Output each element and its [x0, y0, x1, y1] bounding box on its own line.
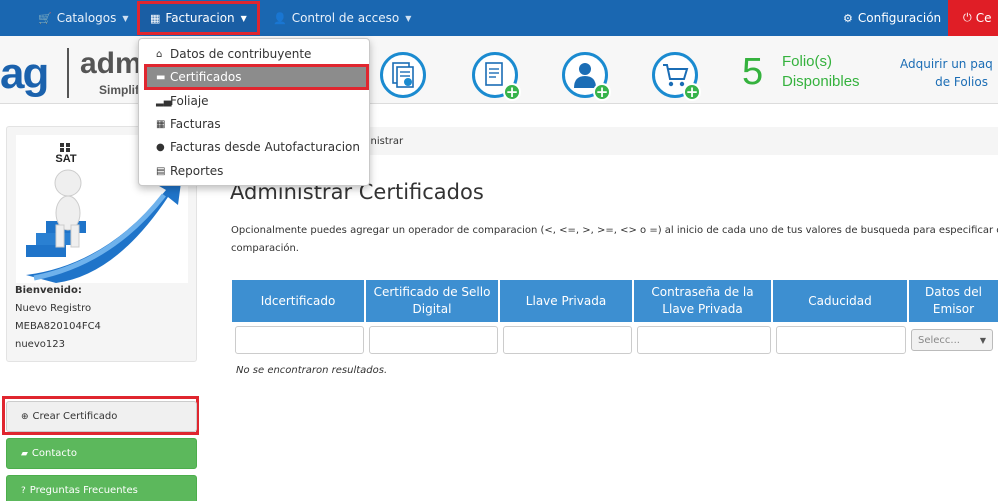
- crear-certificado-label: Crear Certificado: [32, 411, 118, 422]
- filter-idcertificado-input[interactable]: [235, 326, 364, 354]
- search-help-text: Opcionalmente puedes agregar un operador…: [231, 222, 998, 258]
- caret-down-icon: ▼: [122, 13, 129, 23]
- nav-facturacion[interactable]: ▦ Facturacion ▼: [137, 1, 260, 35]
- plus-icon: +: [683, 83, 701, 101]
- nav-cerrar-label: Ce: [975, 11, 992, 25]
- nav-facturacion-label: Facturacion: [165, 11, 235, 25]
- menu-item-datos-contribuyente[interactable]: ⌂ Datos de contribuyente: [139, 43, 369, 65]
- adquirir-folios-link[interactable]: Adquirir un paq de Folios: [900, 55, 998, 91]
- print-icon: ▤: [156, 165, 166, 177]
- nav-configuracion-label: Configuración: [857, 11, 942, 25]
- invoice-icon: [485, 62, 503, 86]
- signal-icon: ▂▄: [156, 95, 172, 107]
- help-line1: Opcionalmente puedes agregar un operador…: [231, 225, 998, 236]
- menu-item-facturas-autofacturacion[interactable]: ● Facturas desde Autofacturacion: [139, 136, 369, 158]
- filter-emisor-select[interactable]: Selecc... ▼: [911, 329, 993, 351]
- menu-item-label: Datos de contribuyente: [170, 47, 312, 61]
- plus-icon: +: [503, 83, 521, 101]
- menu-item-label: Facturas desde Autofacturacion: [170, 140, 360, 154]
- folio-label: Folio(s) Disponibles: [782, 52, 860, 92]
- col-datos-emisor[interactable]: Datos del Emisor: [909, 280, 998, 322]
- folio-label-line2: Disponibles: [782, 73, 860, 90]
- comment-icon: ▰: [21, 448, 28, 459]
- logo-subtitle: Simplif: [99, 83, 140, 97]
- power-icon: ⏻: [963, 11, 972, 24]
- user-login: nuevo123: [15, 339, 65, 350]
- add-invoice-button[interactable]: +: [472, 52, 521, 101]
- gear-icon: ⚙: [843, 11, 853, 25]
- caret-down-icon: ▼: [405, 13, 412, 23]
- nav-catalogos-label: Catalogos: [56, 11, 117, 25]
- logo-ag: ag: [0, 49, 49, 98]
- welcome-label: Bienvenido:: [15, 285, 82, 296]
- filter-emisor-placeholder: Selecc...: [918, 334, 960, 346]
- user-rfc: MEBA820104FC4: [15, 321, 101, 332]
- menu-item-label: Certificados: [170, 70, 242, 84]
- folio-count: 5: [742, 51, 764, 93]
- menu-item-foliaje[interactable]: ▂▄ Foliaje: [139, 90, 369, 112]
- globe-icon: ●: [156, 141, 165, 153]
- preguntas-label: Preguntas Frecuentes: [29, 485, 138, 496]
- empty-results-message: No se encontraron resultados.: [236, 365, 388, 376]
- sat-logo-text: SAT: [55, 153, 76, 165]
- filter-contrasena-input[interactable]: [637, 326, 771, 354]
- documents-icon-button[interactable]: [380, 52, 426, 98]
- adquirir-line1: Adquirir un paq: [900, 57, 993, 71]
- filter-certificado-input[interactable]: [369, 326, 498, 354]
- nav-control-acceso[interactable]: 👤 Control de acceso ▼: [273, 0, 411, 36]
- app-root: 🛒 Catalogos ▼ ▦ Facturacion ▼ 👤 Control …: [0, 0, 998, 501]
- menu-item-label: Foliaje: [170, 94, 209, 108]
- menu-item-label: Facturas: [170, 117, 221, 131]
- contacto-label: Contacto: [31, 448, 77, 459]
- question-icon: ?: [21, 485, 26, 496]
- user-name: Nuevo Registro: [15, 303, 92, 314]
- lock-icon: ▬: [156, 71, 166, 83]
- col-llave-privada[interactable]: Llave Privada: [500, 280, 633, 322]
- add-user-button[interactable]: +: [562, 52, 611, 101]
- user-icon: [574, 63, 596, 88]
- nav-cerrar-sesion[interactable]: ⏻ Ce: [948, 0, 998, 36]
- nav-catalogos[interactable]: 🛒 Catalogos ▼: [38, 0, 129, 36]
- crear-certificado-button[interactable]: ⊕ Crear Certificado: [6, 401, 197, 432]
- documents-icon: [392, 62, 414, 88]
- home-icon: ⌂: [156, 48, 163, 60]
- nav-control-acceso-label: Control de acceso: [291, 11, 400, 25]
- adquirir-line2: de Folios: [935, 75, 988, 89]
- facturacion-dropdown: ⌂ Datos de contribuyente ▬ Certificados …: [138, 38, 370, 186]
- preguntas-frecuentes-button[interactable]: ? Preguntas Frecuentes: [6, 475, 197, 501]
- qrcode-icon: ▦: [156, 118, 166, 130]
- contacto-button[interactable]: ▰ Contacto: [6, 438, 197, 469]
- filter-caducidad-input[interactable]: [776, 326, 906, 354]
- user-icon: 👤: [273, 11, 287, 25]
- menu-item-facturas[interactable]: ▦ Facturas: [139, 113, 369, 135]
- col-caducidad[interactable]: Caducidad: [773, 280, 908, 322]
- caret-down-icon: ▼: [240, 13, 247, 23]
- qrcode-icon: ▦: [150, 11, 161, 25]
- menu-item-certificados[interactable]: ▬ Certificados: [144, 64, 369, 90]
- col-idcertificado[interactable]: Idcertificado: [232, 280, 365, 322]
- logo-adm: adm: [80, 47, 142, 80]
- menu-item-label: Reportes: [170, 164, 224, 178]
- col-contrasena-llave[interactable]: Contraseña de la Llave Privada: [634, 280, 772, 322]
- add-cart-button[interactable]: +: [652, 52, 701, 101]
- plus-icon: +: [593, 83, 611, 101]
- menu-item-reportes[interactable]: ▤ Reportes: [139, 160, 369, 182]
- col-certificado-sello[interactable]: Certificado de Sello Digital: [366, 280, 499, 322]
- nav-configuracion[interactable]: ⚙ Configuración: [843, 0, 941, 36]
- plus-circle-icon: ⊕: [21, 411, 29, 422]
- cart-icon: 🛒: [38, 11, 52, 25]
- folio-label-line1: Folio(s): [782, 53, 833, 70]
- filter-llave-input[interactable]: [503, 326, 632, 354]
- chevron-down-icon: ▼: [979, 335, 986, 345]
- top-navbar: 🛒 Catalogos ▼ ▦ Facturacion ▼ 👤 Control …: [0, 0, 998, 36]
- logo-separator: [67, 48, 69, 98]
- help-line2: comparación.: [231, 243, 299, 254]
